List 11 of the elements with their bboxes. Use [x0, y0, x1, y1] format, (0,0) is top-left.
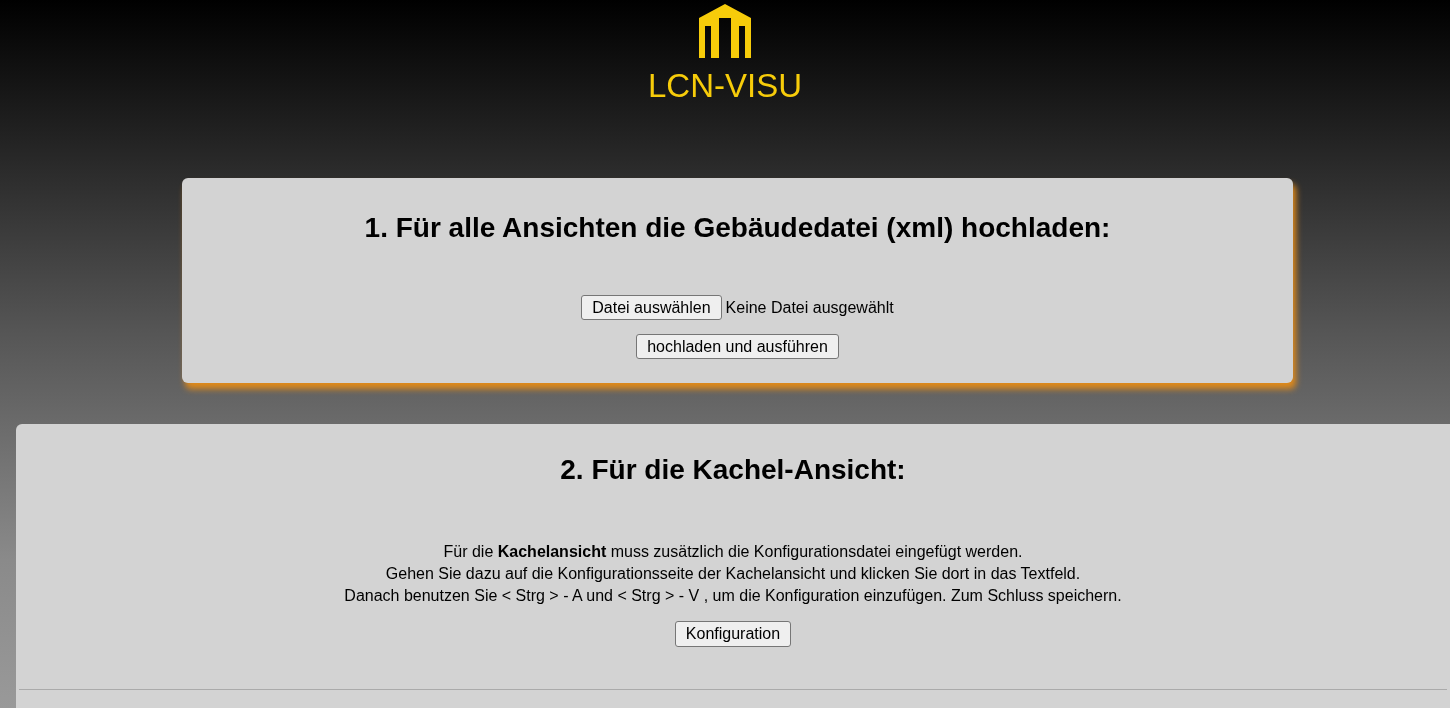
building-logo-icon: [699, 4, 751, 58]
choose-file-button[interactable]: Datei auswählen: [581, 295, 722, 320]
instruction-text: Gehen Sie dazu auf die Konfigurationsseite der Kachelansicht und klicken Sie dort in das Textfeld.: [385, 564, 1081, 584]
section-heading: 1. Für alle Ansichten die Gebäudedatei (xml) hochladen:: [364, 211, 1111, 245]
upload-button[interactable]: hochladen und ausführen: [636, 334, 839, 359]
section-heading: 2. Für die Kachel-Ansicht:: [560, 453, 906, 487]
logo-text: LCN-VISU: [648, 69, 802, 102]
file-status-text: Keine Datei ausgewählt: [725, 297, 894, 318]
instruction-text: Danach benutzen Sie < Strg > - A und < Strg > - V , um die Konfiguration einzufügen. Zum Schluss speichern.: [344, 586, 1122, 606]
instruction-text: Für die Kachelansicht muss zusätzlich die Konfigurationsdatei eingefügt werden.: [443, 542, 1023, 562]
configuration-button[interactable]: Konfiguration: [674, 621, 792, 647]
